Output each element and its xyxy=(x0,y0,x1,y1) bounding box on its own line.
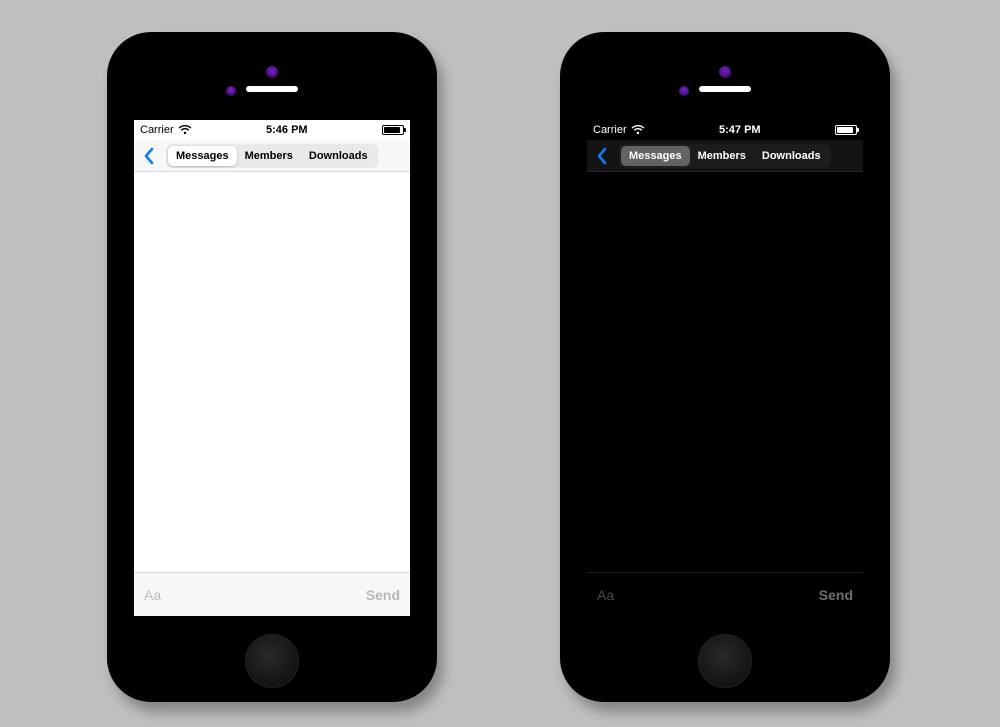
wifi-icon xyxy=(178,125,192,135)
message-input-bar: Aa Send xyxy=(587,572,863,616)
nav-bar: Messages Members Downloads xyxy=(587,140,863,172)
tab-messages[interactable]: Messages xyxy=(168,146,237,166)
carrier-label: Carrier xyxy=(593,124,627,136)
home-button[interactable] xyxy=(698,634,752,688)
messages-content-empty xyxy=(134,172,410,572)
nav-bar: Messages Members Downloads xyxy=(134,140,410,172)
tab-members[interactable]: Members xyxy=(237,146,301,166)
message-input-bar: Aa Send xyxy=(134,572,410,616)
segmented-control: Messages Members Downloads xyxy=(619,144,831,168)
wifi-icon xyxy=(631,125,645,135)
battery-icon xyxy=(382,125,404,135)
back-button[interactable] xyxy=(138,144,160,168)
tab-downloads[interactable]: Downloads xyxy=(754,146,829,166)
phone-dark-mockup: Carrier 5:47 PM Messages Members Downloa… xyxy=(560,32,890,702)
carrier-label: Carrier xyxy=(140,124,174,136)
status-left: Carrier xyxy=(593,124,645,136)
sensor-dot-icon xyxy=(226,86,236,96)
home-button[interactable] xyxy=(245,634,299,688)
phone-light-mockup: Carrier 5:46 PM Messages Members Downloa… xyxy=(107,32,437,702)
speaker-slot-icon xyxy=(246,86,298,92)
status-left: Carrier xyxy=(140,124,192,136)
screen-dark: Carrier 5:47 PM Messages Members Downloa… xyxy=(587,120,863,616)
status-time: 5:47 PM xyxy=(719,124,761,136)
messages-content-empty xyxy=(587,172,863,572)
status-bar: Carrier 5:46 PM xyxy=(134,120,410,140)
tab-members[interactable]: Members xyxy=(690,146,754,166)
status-bar: Carrier 5:47 PM xyxy=(587,120,863,140)
send-button[interactable]: Send xyxy=(366,587,400,603)
phone-top-hardware xyxy=(560,56,890,96)
send-button[interactable]: Send xyxy=(819,587,853,603)
segmented-control: Messages Members Downloads xyxy=(166,144,378,168)
camera-dot-icon xyxy=(719,66,731,78)
tab-messages[interactable]: Messages xyxy=(621,146,690,166)
screen-light: Carrier 5:46 PM Messages Members Downloa… xyxy=(134,120,410,616)
sensor-dot-icon xyxy=(679,86,689,96)
back-button[interactable] xyxy=(591,144,613,168)
phone-top-hardware xyxy=(107,56,437,96)
speaker-slot-icon xyxy=(699,86,751,92)
status-time: 5:46 PM xyxy=(266,124,308,136)
tab-downloads[interactable]: Downloads xyxy=(301,146,376,166)
battery-icon xyxy=(835,125,857,135)
camera-dot-icon xyxy=(266,66,278,78)
message-input[interactable]: Aa xyxy=(597,587,614,603)
message-input[interactable]: Aa xyxy=(144,587,161,603)
